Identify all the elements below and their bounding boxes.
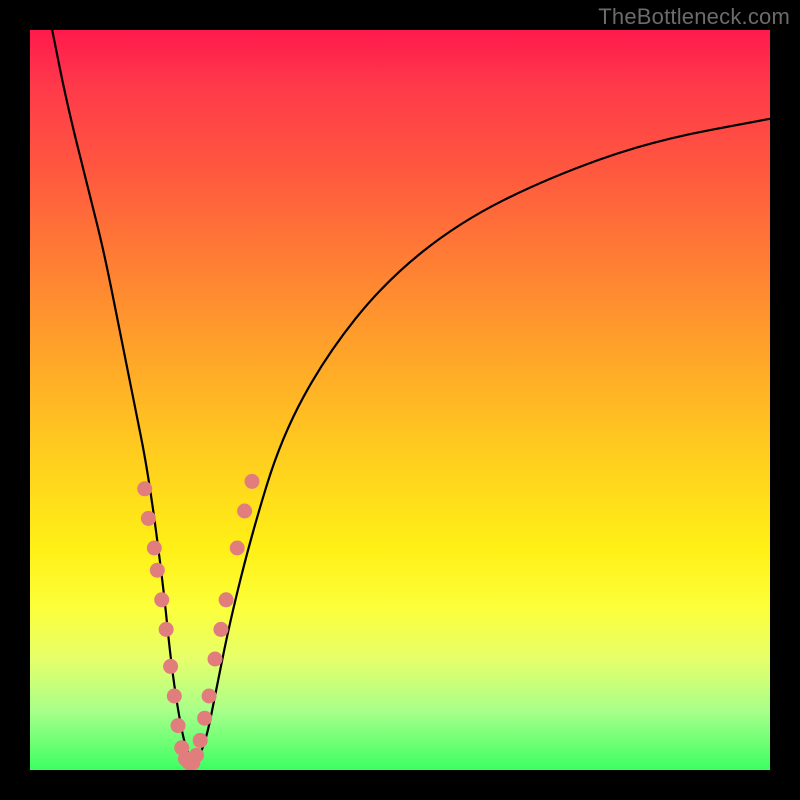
highlight-dot <box>159 622 174 637</box>
chart-frame: TheBottleneck.com <box>0 0 800 800</box>
highlight-dot <box>213 622 228 637</box>
highlight-dot <box>202 689 217 704</box>
highlight-dot <box>147 541 162 556</box>
highlight-dot <box>230 541 245 556</box>
highlight-dot <box>154 592 169 607</box>
highlight-dot <box>189 748 204 763</box>
highlight-dot <box>193 733 208 748</box>
highlight-dot <box>167 689 182 704</box>
highlight-dot <box>245 474 260 489</box>
bottleneck-curve <box>52 30 770 760</box>
highlight-dot <box>150 563 165 578</box>
highlight-dots-group <box>137 474 259 770</box>
highlight-dot <box>163 659 178 674</box>
highlight-dot <box>219 592 234 607</box>
highlight-dot <box>208 652 223 667</box>
highlight-dot <box>141 511 156 526</box>
highlight-dot <box>137 481 152 496</box>
highlight-dot <box>197 711 212 726</box>
curve-layer <box>52 30 770 760</box>
highlight-dot <box>171 718 186 733</box>
plot-area <box>30 30 770 770</box>
chart-svg <box>30 30 770 770</box>
watermark-text: TheBottleneck.com <box>598 4 790 30</box>
highlight-dot <box>237 504 252 519</box>
